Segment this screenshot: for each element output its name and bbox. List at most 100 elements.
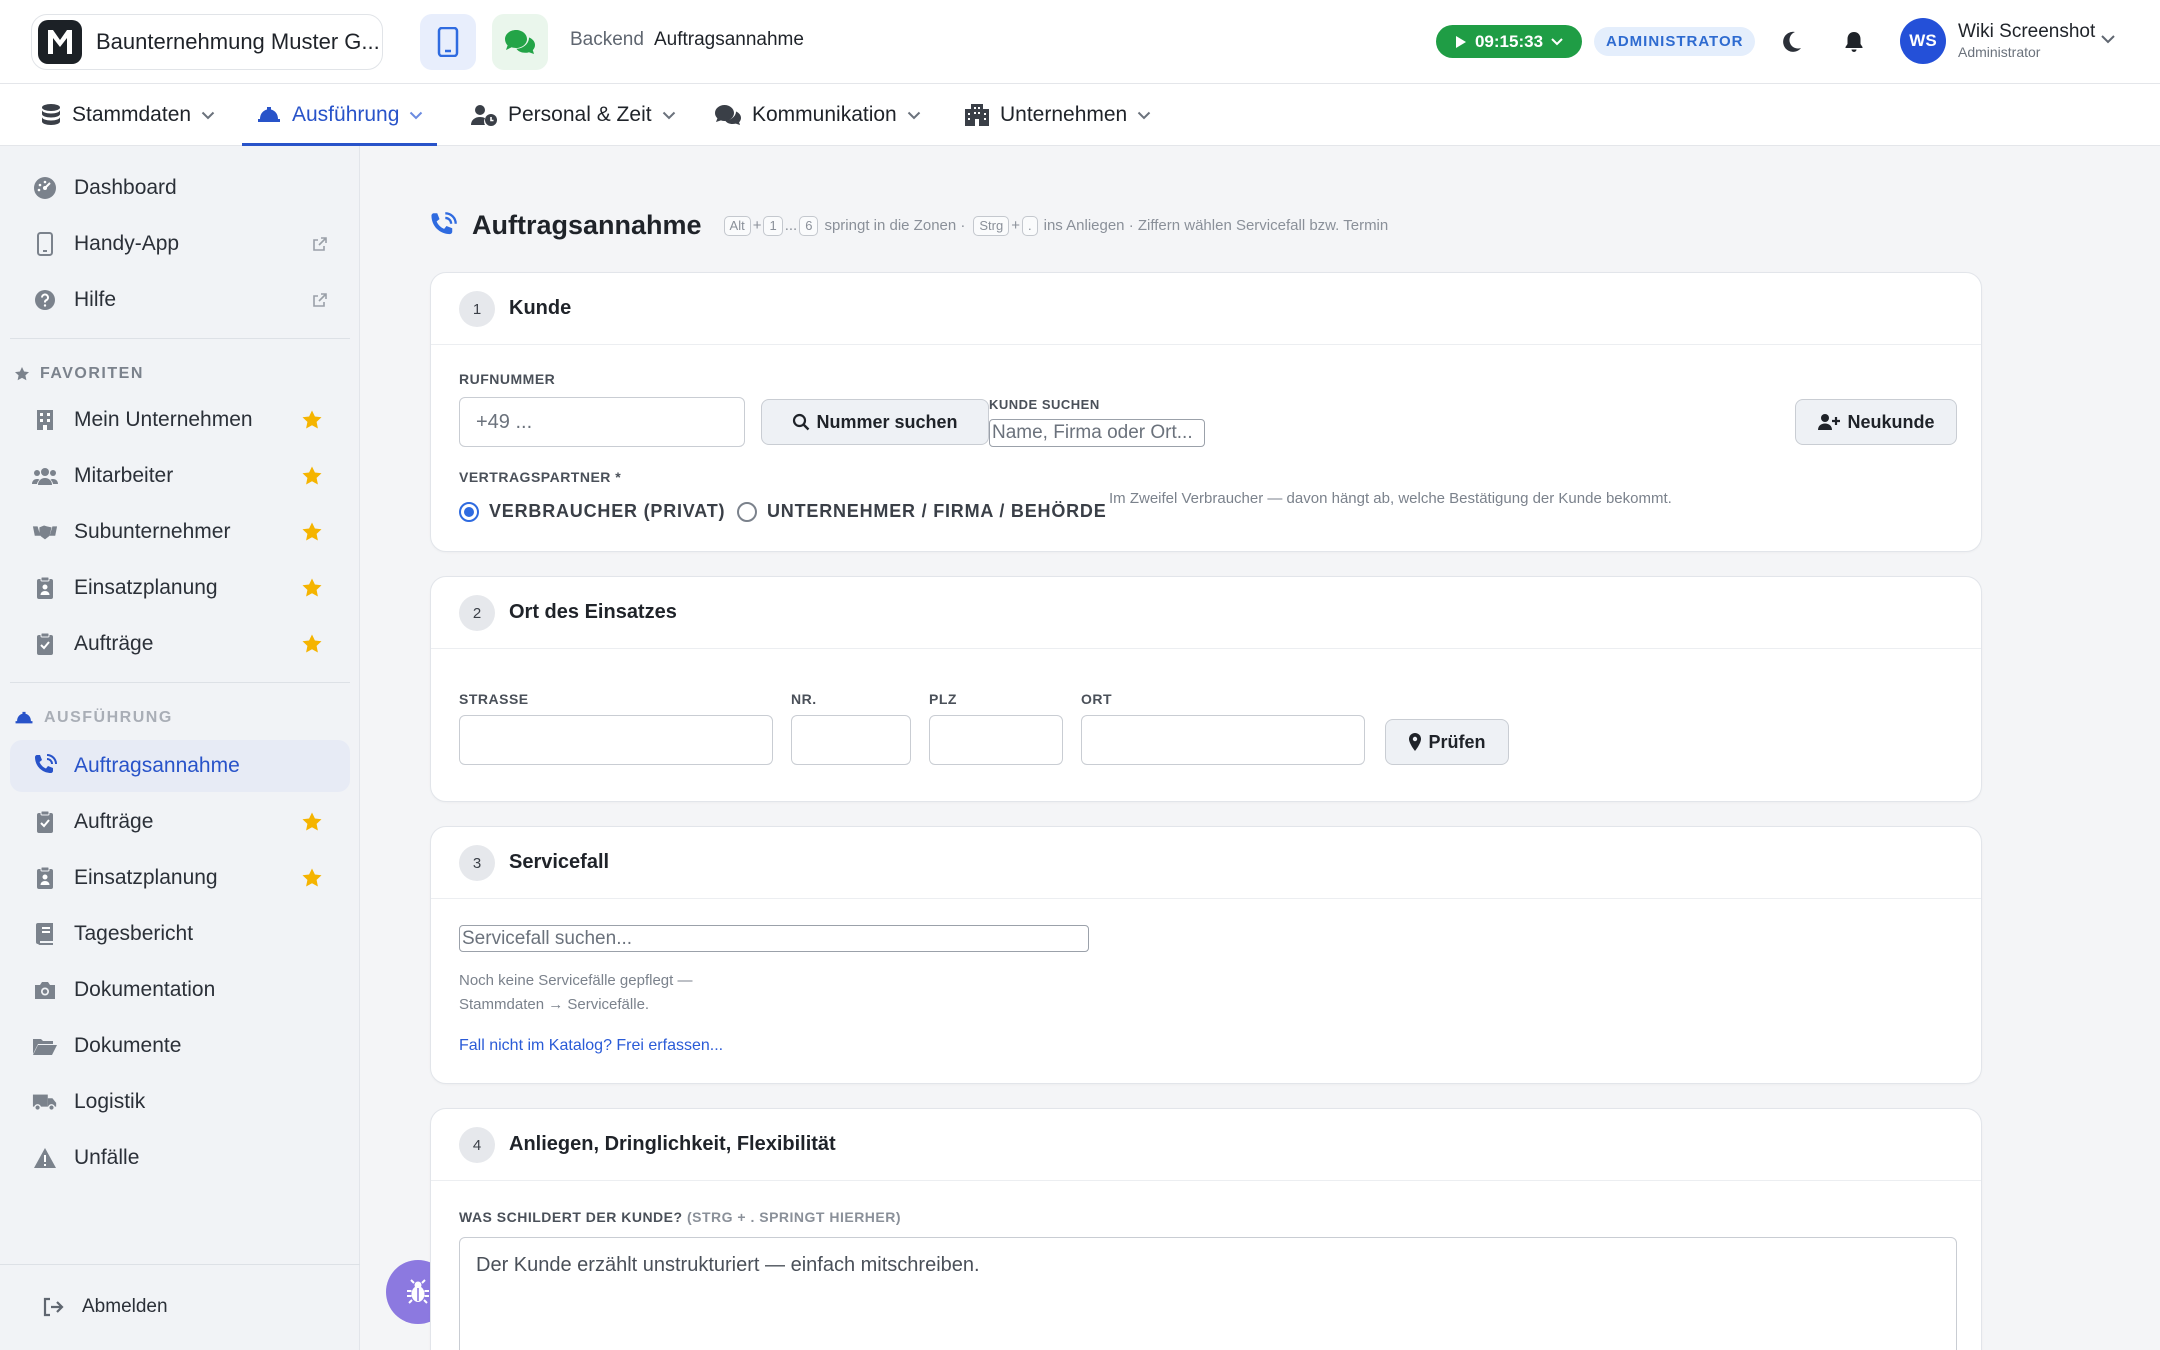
divider	[10, 338, 350, 339]
description-textarea[interactable]	[459, 1237, 1957, 1350]
free-entry-link[interactable]: Fall nicht im Katalog? Frei erfassen...	[459, 1037, 723, 1055]
street-input[interactable]	[459, 715, 773, 765]
sidebar-item-tagesbericht[interactable]: Tagesbericht	[10, 908, 350, 960]
check-address-button[interactable]: Prüfen	[1385, 719, 1509, 765]
moon-icon	[1782, 31, 1802, 53]
sidebar-item-label: Dashboard	[74, 176, 177, 199]
sidebar-item-unfaelle[interactable]: Unfälle	[10, 1132, 350, 1184]
sidebar-item-mitarbeiter[interactable]: Mitarbeiter	[10, 450, 350, 502]
card-kunde: 1 Kunde RUFNUMMER Nummer suchen KUNDE SU…	[430, 272, 1982, 552]
phone-input[interactable]	[459, 397, 745, 447]
kbd-dot: .	[1022, 215, 1038, 236]
street-label: STRASSE	[459, 691, 529, 707]
sidebar: Dashboard Handy-App Hilfe FAVORITEN Mein…	[0, 146, 360, 1350]
warning-icon	[32, 1145, 58, 1171]
phone-volume-icon	[32, 753, 58, 779]
sidebar-item-subunternehmer[interactable]: Subunternehmer	[10, 506, 350, 558]
mobile-app-button[interactable]	[420, 14, 476, 70]
step-number: 1	[459, 291, 495, 327]
company-switcher[interactable]: Baunternehmung Muster G...	[31, 14, 383, 70]
sidebar-item-handy-app[interactable]: Handy-App	[10, 218, 350, 270]
nav-unternehmen[interactable]: Unternehmen	[964, 84, 1151, 146]
radio-consumer[interactable]: VERBRAUCHER (PRIVAT)	[459, 501, 725, 522]
card-title: Ort des Einsatzes	[509, 601, 677, 623]
card-anliegen: 4 Anliegen, Dringlichkeit, Flexibilität …	[430, 1108, 1982, 1350]
bug-icon	[404, 1278, 432, 1306]
star-icon[interactable]	[301, 577, 323, 599]
sidebar-item-logistik[interactable]: Logistik	[10, 1076, 350, 1128]
chevron-down-icon[interactable]	[2100, 34, 2116, 44]
work-timer[interactable]: 09:15:33	[1436, 25, 1582, 58]
sidebar-item-einsatzplanung-2[interactable]: Einsatzplanung	[10, 852, 350, 904]
breadcrumb-section[interactable]: Backend	[570, 29, 644, 51]
nav-ausfuehrung[interactable]: Ausführung	[241, 84, 438, 146]
chat-button[interactable]	[492, 14, 548, 70]
sidebar-item-dokumentation[interactable]: Dokumentation	[10, 964, 350, 1016]
sidebar-item-label: Aufträge	[74, 632, 154, 655]
sidebar-item-mein-unternehmen[interactable]: Mein Unternehmen	[10, 394, 350, 446]
new-customer-button[interactable]: Neukunde	[1795, 399, 1957, 445]
user-role: Administrator	[1958, 44, 2041, 60]
sidebar-item-label: Einsatzplanung	[74, 576, 218, 599]
card-header: 1 Kunde	[431, 273, 1981, 345]
kbd-1: 1	[763, 215, 783, 236]
radio-indicator[interactable]	[737, 501, 757, 522]
handshake-icon	[32, 519, 58, 545]
servicefall-empty-note: Noch keine Servicefälle gepflegt — Stamm…	[459, 972, 693, 1013]
star-icon[interactable]	[301, 465, 323, 487]
radio-business[interactable]: UNTERNEHMER / FIRMA / BEHÖRDE	[737, 501, 1107, 522]
step-number: 3	[459, 845, 495, 881]
nav-kommunikation[interactable]: Kommunikation	[714, 84, 921, 146]
search-number-button[interactable]: Nummer suchen	[761, 399, 989, 445]
nav-label: Unternehmen	[1000, 103, 1128, 126]
sidebar-item-hilfe[interactable]: Hilfe	[10, 274, 350, 326]
dark-mode-toggle[interactable]	[1778, 28, 1806, 56]
map-pin-icon	[1408, 732, 1422, 752]
sidebar-item-label: Mein Unternehmen	[74, 408, 253, 431]
star-icon[interactable]	[301, 521, 323, 543]
card-header: 2 Ort des Einsatzes	[431, 577, 1981, 649]
nav-personal-zeit[interactable]: Personal & Zeit	[470, 84, 676, 146]
logout-button[interactable]: Abmelden	[42, 1296, 168, 1318]
radio-indicator[interactable]	[459, 501, 479, 522]
description-label: WAS SCHILDERT DER KUNDE? (STRG + . SPRIN…	[459, 1209, 902, 1225]
chevron-down-icon	[1137, 111, 1151, 120]
clipboard-user-icon	[32, 865, 58, 891]
star-icon[interactable]	[301, 811, 323, 833]
star-icon[interactable]	[301, 867, 323, 889]
servicefall-search-input[interactable]	[459, 925, 1089, 952]
card-title: Anliegen, Dringlichkeit, Flexibilität	[509, 1133, 836, 1155]
star-icon[interactable]	[301, 633, 323, 655]
customer-search-input[interactable]	[989, 419, 1205, 447]
user-menu[interactable]: Wiki Screenshot Administrator	[1958, 21, 2095, 60]
nav-stammdaten[interactable]: Stammdaten	[40, 84, 215, 146]
kbd-strg: Strg	[973, 215, 1010, 236]
zip-input[interactable]	[929, 715, 1063, 765]
avatar[interactable]: WS	[1900, 18, 1946, 64]
sidebar-item-auftraege-fav[interactable]: Aufträge	[10, 618, 350, 670]
sidebar-item-einsatzplanung[interactable]: Einsatzplanung	[10, 562, 350, 614]
sidebar-item-label: Hilfe	[74, 288, 117, 311]
sidebar-item-dashboard[interactable]: Dashboard	[10, 162, 350, 214]
notifications-button[interactable]	[1840, 28, 1868, 56]
bell-icon	[1844, 31, 1864, 53]
keyboard-hint: Alt + 1 ... 6 springt in die Zonen · Str…	[723, 215, 1388, 236]
sidebar-item-label: Subunternehmer	[74, 520, 231, 543]
nav-label: Stammdaten	[72, 103, 192, 126]
sidebar-item-auftragsannahme[interactable]: Auftragsannahme	[10, 740, 350, 792]
star-icon[interactable]	[301, 409, 323, 431]
hard-hat-icon	[14, 710, 34, 726]
nr-label: NR.	[791, 691, 817, 707]
clipboard-check-icon	[32, 631, 58, 657]
page-title: Auftragsannahme	[472, 210, 702, 240]
divider	[0, 1264, 360, 1265]
sidebar-item-auftraege[interactable]: Aufträge	[10, 796, 350, 848]
house-number-input[interactable]	[791, 715, 911, 765]
card-title: Servicefall	[509, 851, 610, 873]
timer-value: 09:15:33	[1474, 31, 1544, 51]
city-input[interactable]	[1081, 715, 1365, 765]
logout-label: Abmelden	[82, 1296, 168, 1317]
sidebar-item-dokumente[interactable]: Dokumente	[10, 1020, 350, 1072]
sidebar-item-label: Einsatzplanung	[74, 866, 218, 889]
star-icon	[14, 366, 30, 382]
